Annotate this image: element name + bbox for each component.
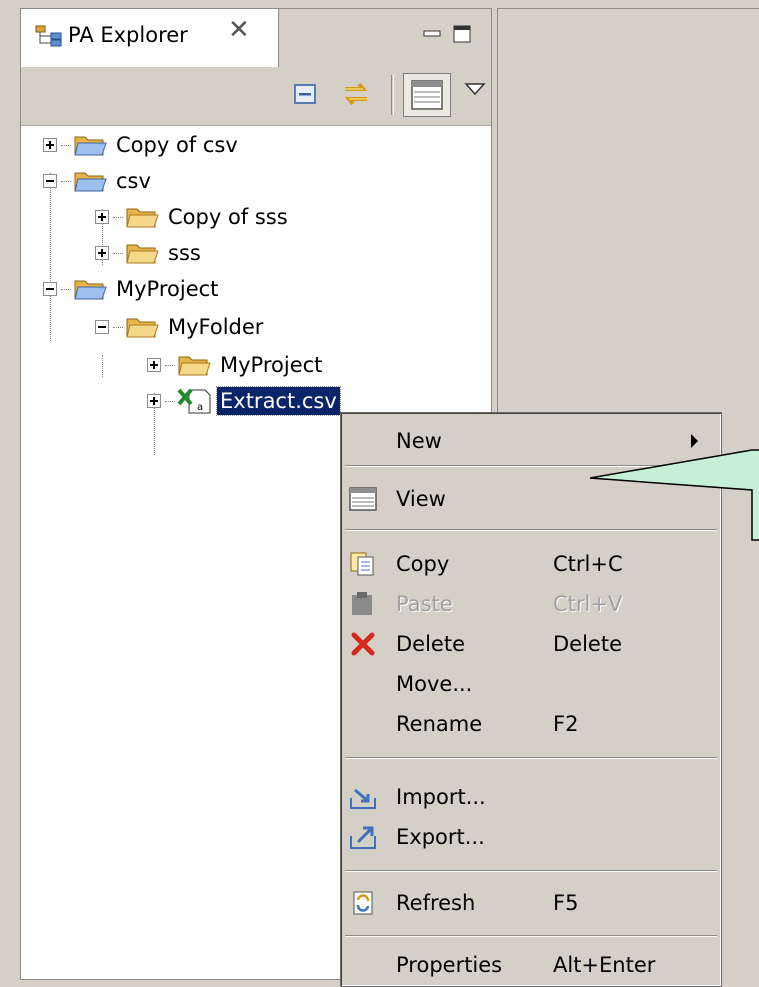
menu-item-label: Properties <box>396 953 503 977</box>
menu-item-export[interactable]: Export... <box>341 817 721 857</box>
csv-file-icon: a <box>177 388 211 414</box>
menu-item-paste: Paste Ctrl+V <box>341 584 721 624</box>
menu-item-properties[interactable]: Properties Alt+Enter <box>341 945 721 985</box>
delete-icon <box>351 632 375 656</box>
menu-separator <box>345 935 717 937</box>
menu-item-label: Delete <box>396 632 465 656</box>
menu-item-label: Import... <box>396 785 486 809</box>
menu-item-label: Export... <box>396 825 485 849</box>
expand-icon[interactable] <box>43 138 57 152</box>
tree-item[interactable]: sss <box>95 235 204 271</box>
editor-tab-area <box>497 8 759 58</box>
menu-item-move[interactable]: Move... <box>341 664 721 704</box>
expand-icon[interactable] <box>147 394 161 408</box>
tree-guide-line <box>102 355 103 377</box>
collapse-icon[interactable] <box>43 282 57 296</box>
tree-item-label: Extract.csv <box>216 386 341 416</box>
menu-separator <box>345 757 717 759</box>
menu-item-label: View <box>396 487 446 511</box>
tree-item-label: MyProject <box>116 277 219 301</box>
tree-item-label: MyProject <box>220 353 323 377</box>
expand-icon[interactable] <box>95 210 109 224</box>
menu-item-refresh[interactable]: Refresh F5 <box>341 883 721 923</box>
tree-item[interactable]: csv <box>43 163 154 199</box>
menu-item-import[interactable]: Import... <box>341 777 721 817</box>
table-view-toggle[interactable] <box>403 73 451 117</box>
collapse-icon[interactable] <box>95 320 109 334</box>
menu-item-shortcut: F2 <box>553 712 579 736</box>
tree-item-label: Copy of csv <box>116 133 238 157</box>
collapse-all-icon[interactable] <box>289 77 323 111</box>
menu-item-label: Rename <box>396 712 483 736</box>
import-icon <box>350 788 376 809</box>
folder-icon <box>126 244 159 264</box>
menu-item-shortcut: Ctrl+C <box>553 552 623 576</box>
menu-item-label: Paste <box>396 592 453 616</box>
folder-icon <box>74 280 107 300</box>
table-view-icon <box>349 487 377 511</box>
menu-item-shortcut: Ctrl+V <box>553 592 623 616</box>
menu-item-shortcut: Delete <box>553 632 622 656</box>
close-icon[interactable]: ✕ <box>228 17 250 43</box>
copy-icon <box>350 552 374 576</box>
tree-item[interactable]: Copy of sss <box>95 199 291 235</box>
tree-item[interactable]: MyProject <box>147 347 325 383</box>
toolbar-separator <box>391 75 394 115</box>
maximize-icon[interactable] <box>453 25 471 43</box>
folder-icon <box>126 318 159 338</box>
minimize-icon[interactable] <box>423 25 441 43</box>
folder-icon <box>74 172 107 192</box>
menu-item-rename[interactable]: Rename F2 <box>341 704 721 744</box>
tree-item[interactable]: Copy of csv <box>43 127 241 163</box>
expand-icon[interactable] <box>147 358 161 372</box>
table-view-icon <box>411 80 443 110</box>
menu-item-label: Move... <box>396 672 473 696</box>
tree-item[interactable]: MyProject <box>43 271 221 307</box>
tab-title: PA Explorer <box>68 23 188 47</box>
menu-item-delete[interactable]: Delete Delete <box>341 624 721 664</box>
view-tabbar: PA Explorer ✕ <box>21 9 491 68</box>
paste-icon <box>352 592 372 615</box>
tree-item-label: MyFolder <box>168 315 264 339</box>
view-toolbar <box>21 67 491 126</box>
export-icon <box>350 826 376 849</box>
menu-item-shortcut: F5 <box>553 891 579 915</box>
folder-icon <box>74 136 107 156</box>
svg-text:a: a <box>197 402 203 413</box>
tree-item-label: Copy of sss <box>168 205 288 229</box>
tree-item-label: csv <box>116 169 151 193</box>
tab-pa-explorer[interactable]: PA Explorer ✕ <box>21 9 279 67</box>
link-with-editor-icon[interactable] <box>339 77 373 111</box>
collapse-icon[interactable] <box>43 174 57 188</box>
tree-item[interactable]: a Extract.csv <box>147 383 341 419</box>
tree-item[interactable]: MyFolder <box>95 309 266 345</box>
menu-item-copy[interactable]: Copy Ctrl+C <box>341 544 721 584</box>
expand-icon[interactable] <box>95 246 109 260</box>
folder-icon <box>126 208 159 228</box>
view-menu-icon[interactable] <box>463 81 487 97</box>
menu-item-label: Refresh <box>396 891 476 915</box>
menu-separator <box>345 870 717 872</box>
tree-item-label: sss <box>168 241 201 265</box>
pa-explorer-icon <box>35 25 62 47</box>
refresh-icon <box>353 891 373 915</box>
folder-icon <box>178 356 211 376</box>
callout-bubble <box>590 449 759 541</box>
menu-item-shortcut: Alt+Enter <box>553 953 656 977</box>
menu-item-label: Copy <box>396 552 450 576</box>
menu-item-label: New <box>396 429 442 453</box>
